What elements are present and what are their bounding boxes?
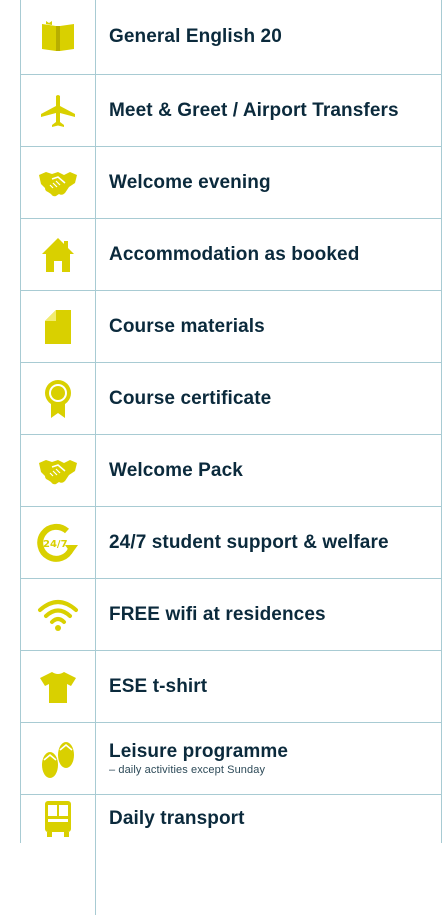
table-row: FREE wifi at residences [21, 579, 441, 651]
tshirt-icon [40, 671, 76, 703]
svg-text:24/7: 24/7 [43, 539, 68, 550]
row-label: ESE t-shirt [109, 675, 208, 697]
row-label: Leisure programme – daily activities exc… [95, 741, 441, 776]
row-label: FREE wifi at residences [109, 603, 326, 625]
table-row: 24/7 24/7 student support & welfare [21, 507, 441, 579]
row-label: Course certificate [109, 387, 272, 409]
table-row: Welcome evening [21, 147, 441, 219]
handshake-icon [39, 459, 77, 484]
table-row: Meet & Greet / Airport Transfers [21, 75, 441, 147]
row-label-text: Leisure programme [109, 741, 289, 762]
row-label: Daily transport [109, 808, 245, 829]
row-label: Welcome evening [109, 171, 271, 193]
table-row: General English 20 [21, 0, 441, 75]
table-row: Course certificate [21, 363, 441, 435]
table-row: Accommodation as booked [21, 219, 441, 291]
row-label: 24/7 student support & welfare [109, 531, 389, 553]
row-label: Welcome Pack [109, 459, 243, 481]
row-label: General English 20 [109, 26, 282, 47]
inclusions-table: General English 20 Meet & Greet / Airpor… [20, 0, 442, 915]
award-ribbon-icon [45, 379, 71, 418]
inclusions-page: General English 20 Meet & Greet / Airpor… [0, 0, 446, 915]
flip-flops-icon [42, 741, 74, 778]
wifi-icon [38, 599, 78, 631]
table-row: Daily transport [21, 795, 441, 843]
document-icon [45, 309, 71, 344]
airplane-icon [41, 94, 75, 127]
house-icon [42, 237, 74, 272]
support-24-7-icon: 24/7 [37, 523, 78, 562]
table-row: Leisure programme – daily activities exc… [21, 723, 441, 795]
bus-icon [45, 801, 71, 837]
row-label: Meet & Greet / Airport Transfers [109, 99, 399, 121]
table-row: Course materials [21, 291, 441, 363]
row-sublabel: – daily activities except Sunday [109, 764, 266, 776]
handshake-icon [39, 171, 77, 196]
row-label: Course materials [109, 315, 265, 337]
book-icon [42, 21, 74, 51]
table-row: ESE t-shirt [21, 651, 441, 723]
table-row: Welcome Pack [21, 435, 441, 507]
row-label: Accommodation as booked [109, 243, 360, 265]
